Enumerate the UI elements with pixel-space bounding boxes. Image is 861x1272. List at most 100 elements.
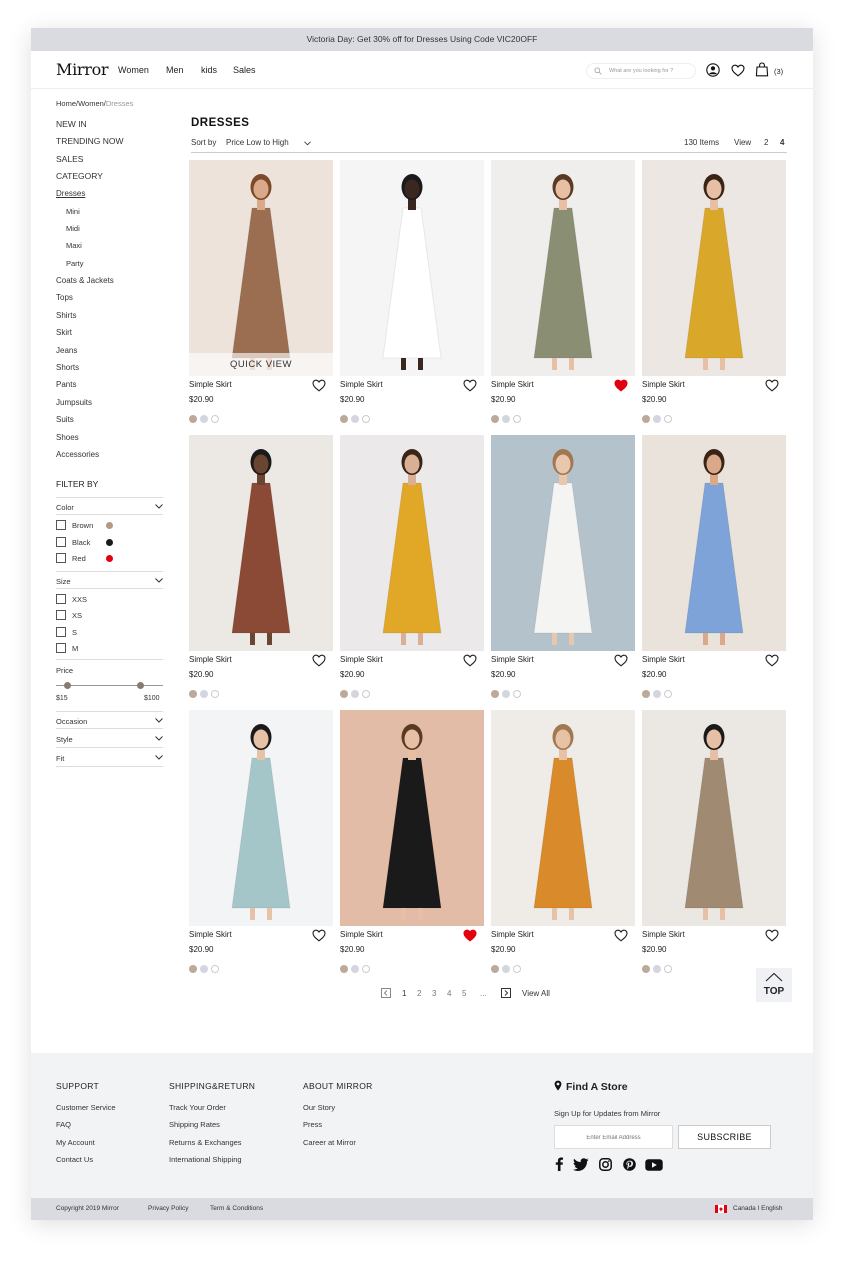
page-2[interactable]: 2 [417, 989, 421, 998]
product-card[interactable]: Simple Skirt $20.90 [491, 160, 635, 426]
wishlist-heart-icon[interactable] [614, 379, 628, 392]
product-image[interactable] [189, 710, 333, 926]
product-image[interactable] [642, 710, 786, 926]
checkbox-black[interactable] [56, 537, 66, 547]
email-input[interactable] [555, 1127, 672, 1149]
subscribe-button[interactable]: SUBSCRIBE [678, 1125, 771, 1149]
color-option-swatch[interactable] [653, 965, 661, 973]
facebook-icon[interactable] [554, 1157, 564, 1171]
product-name[interactable]: Simple Skirt [189, 655, 232, 664]
product-card[interactable]: Simple Skirt $20.90 [340, 435, 484, 701]
page-3[interactable]: 3 [432, 989, 436, 998]
product-image[interactable]: QUICK VIEW [189, 160, 333, 376]
instagram-icon[interactable] [599, 1158, 612, 1171]
footer-link-press[interactable]: Press [303, 1120, 322, 1129]
color-option-swatch[interactable] [642, 415, 650, 423]
page-4[interactable]: 4 [447, 989, 451, 998]
breadcrumb-path[interactable]: Home/Women/ [56, 99, 106, 108]
footer-link-our-story[interactable]: Our Story [303, 1103, 335, 1112]
twitter-icon[interactable] [573, 1158, 589, 1171]
nav-kids[interactable]: kids [201, 65, 217, 75]
view-option-2[interactable]: 2 [764, 138, 768, 147]
account-icon[interactable] [706, 63, 720, 77]
sidebar-tops[interactable]: Tops [56, 293, 73, 302]
sidebar-accessories[interactable]: Accessories [56, 450, 99, 459]
nav-sales[interactable]: Sales [233, 65, 256, 75]
sidebar-sales[interactable]: SALES [56, 154, 83, 164]
color-option-swatch[interactable] [653, 415, 661, 423]
footer-link-my-account[interactable]: My Account [56, 1138, 95, 1147]
nav-men[interactable]: Men [166, 65, 184, 75]
wishlist-heart-icon[interactable] [765, 379, 779, 392]
product-card[interactable]: Simple Skirt $20.90 [642, 160, 786, 426]
email-field-wrapper[interactable] [554, 1125, 673, 1149]
sidebar-sub-midi[interactable]: Midi [66, 224, 80, 233]
price-slider-max-handle[interactable] [137, 682, 144, 689]
view-option-4[interactable]: 4 [780, 138, 784, 147]
color-option-swatch[interactable] [189, 690, 197, 698]
wishlist-heart-icon[interactable] [463, 379, 477, 392]
footer-link-faq[interactable]: FAQ [56, 1120, 71, 1129]
product-card[interactable]: QUICK VIEW Simple Skirt $20.90 [189, 160, 333, 426]
color-option-swatch[interactable] [362, 965, 370, 973]
sidebar-jumpsuits[interactable]: Jumpsuits [56, 398, 92, 407]
color-option-swatch[interactable] [351, 965, 359, 973]
color-option-swatch[interactable] [189, 965, 197, 973]
color-option-swatch[interactable] [664, 415, 672, 423]
color-option-swatch[interactable] [340, 415, 348, 423]
product-card[interactable]: Simple Skirt $20.90 [491, 710, 635, 976]
filter-style[interactable]: Style [56, 730, 163, 748]
checkbox-m[interactable] [56, 643, 66, 653]
footer-link-customer-service[interactable]: Customer Service [56, 1103, 116, 1112]
product-name[interactable]: Simple Skirt [189, 380, 232, 389]
product-image[interactable] [340, 160, 484, 376]
product-image[interactable] [642, 160, 786, 376]
product-image[interactable] [340, 435, 484, 651]
color-option-swatch[interactable] [642, 690, 650, 698]
color-option-swatch[interactable] [200, 965, 208, 973]
color-option-swatch[interactable] [491, 965, 499, 973]
sidebar-sub-party[interactable]: Party [66, 259, 84, 268]
color-option-swatch[interactable] [502, 415, 510, 423]
nav-women[interactable]: Women [118, 65, 149, 75]
color-option-swatch[interactable] [491, 690, 499, 698]
product-name[interactable]: Simple Skirt [491, 930, 534, 939]
search-box[interactable] [586, 63, 696, 79]
price-slider-track[interactable] [56, 685, 163, 686]
product-name[interactable]: Simple Skirt [642, 655, 685, 664]
color-option-swatch[interactable] [664, 690, 672, 698]
sidebar-trending-now[interactable]: TRENDING NOW [56, 136, 124, 146]
wishlist-heart-icon[interactable] [614, 929, 628, 942]
sidebar-suits[interactable]: Suits [56, 415, 74, 424]
product-card[interactable]: Simple Skirt $20.90 [340, 160, 484, 426]
checkbox-red[interactable] [56, 553, 66, 563]
color-option-swatch[interactable] [362, 690, 370, 698]
color-option-swatch[interactable] [189, 415, 197, 423]
sidebar-coats-jackets[interactable]: Coats & Jackets [56, 276, 114, 285]
product-image[interactable] [642, 435, 786, 651]
product-card[interactable]: Simple Skirt $20.90 [491, 435, 635, 701]
filter-fit[interactable]: Fit [56, 749, 163, 767]
wishlist-heart-icon[interactable] [312, 929, 326, 942]
wishlist-heart-icon[interactable] [312, 379, 326, 392]
sidebar-pants[interactable]: Pants [56, 380, 76, 389]
color-option-swatch[interactable] [513, 690, 521, 698]
filter-occasion[interactable]: Occasion [56, 711, 163, 729]
wishlist-heart-icon[interactable] [765, 654, 779, 667]
checkbox-xxs[interactable] [56, 594, 66, 604]
color-option-swatch[interactable] [351, 690, 359, 698]
search-input[interactable] [609, 65, 693, 77]
product-name[interactable]: Simple Skirt [642, 380, 685, 389]
color-option-swatch[interactable] [362, 415, 370, 423]
checkbox-s[interactable] [56, 627, 66, 637]
color-option-swatch[interactable] [653, 690, 661, 698]
product-image[interactable] [340, 710, 484, 926]
back-to-top-button[interactable]: TOP [756, 968, 792, 1002]
color-option-swatch[interactable] [513, 415, 521, 423]
logo[interactable]: Mirror [56, 60, 109, 79]
filter-size-header[interactable]: Size [56, 571, 163, 589]
quick-view-button[interactable]: QUICK VIEW [189, 353, 333, 376]
prev-page-button[interactable] [381, 988, 391, 998]
color-option-swatch[interactable] [491, 415, 499, 423]
sidebar-category[interactable]: CATEGORY [56, 171, 103, 181]
